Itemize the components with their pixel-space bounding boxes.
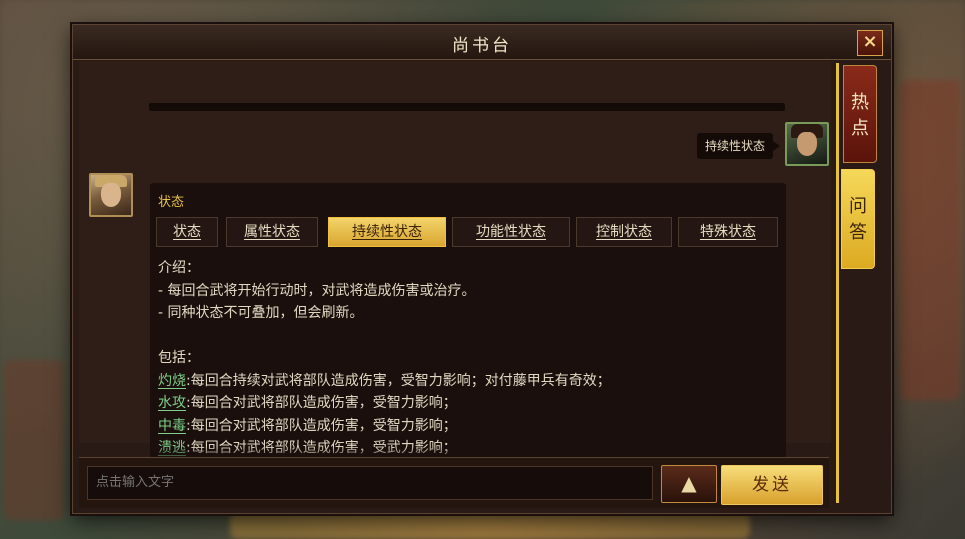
tab-qa[interactable]: 问 答 bbox=[841, 169, 875, 269]
intro-line: - 同种状态不可叠加，但会刷新。 bbox=[158, 305, 364, 321]
message-input[interactable] bbox=[87, 466, 653, 500]
status-tabs: 状态 属性状态 持续性状态 功能性状态 控制状态 特殊状态 bbox=[156, 217, 782, 247]
side-divider bbox=[836, 63, 839, 503]
tab-status[interactable]: 状态 bbox=[156, 217, 218, 247]
input-bar: ▲ 发送 bbox=[79, 457, 829, 508]
avatar-face bbox=[797, 132, 817, 156]
previous-message-edge bbox=[149, 103, 785, 111]
background-panel-right bbox=[900, 80, 960, 400]
user-avatar bbox=[785, 122, 829, 166]
status-desc: :每回合对武将部队造成伤害，受智力影响； bbox=[186, 395, 457, 411]
status-desc: :每回合对武将部队造成伤害，受智力影响； bbox=[186, 417, 457, 434]
close-icon: × bbox=[862, 31, 878, 52]
status-term-link[interactable]: 灼烧 bbox=[158, 373, 186, 389]
status-term-link[interactable]: 水攻 bbox=[158, 395, 186, 411]
status-term-link[interactable]: 中毒 bbox=[158, 418, 186, 434]
intro-line: - 每回合武将开始行动时，对武将造成伤害或治疗。 bbox=[158, 282, 476, 299]
arrow-up-icon: ▲ bbox=[681, 471, 697, 495]
send-button[interactable]: 发送 bbox=[721, 465, 823, 505]
close-button[interactable]: × bbox=[857, 30, 883, 56]
status-entry: 中毒:每回合对武将部队造成伤害，受智力影响； bbox=[158, 415, 776, 438]
avatar-face bbox=[101, 183, 121, 207]
answer-message[interactable]: 状态 状态 属性状态 持续性状态 功能性状态 控制状态 特殊状态 介绍： - 每回… bbox=[150, 183, 786, 462]
status-entry: 灼烧:每回合持续对武将部队造成伤害，受智力影响；对付藤甲兵有奇效； bbox=[158, 370, 776, 393]
advisor-avatar bbox=[89, 173, 133, 217]
tab-attribute-status[interactable]: 属性状态 bbox=[226, 217, 318, 247]
tab-hot-topics[interactable]: 热 点 bbox=[843, 65, 877, 163]
expand-button[interactable]: ▲ bbox=[661, 465, 717, 503]
tab-continuous-status[interactable]: 持续性状态 bbox=[328, 217, 446, 247]
chat-area[interactable]: 持续性状态 状态 状态 属性状态 持续性状态 功能性状态 控制状态 特殊状态 介… bbox=[79, 61, 831, 462]
window-title: 尚书台 bbox=[452, 36, 512, 56]
background-panel-left bbox=[4, 360, 64, 520]
answer-content: 介绍： - 每回合武将开始行动时，对武将造成伤害或治疗。 - 同种状态不可叠加，但会… bbox=[158, 257, 776, 460]
background-bottom-bar bbox=[230, 512, 750, 539]
status-desc: :每回合持续对武将部队造成伤害，受智力影响；对付藤甲兵有奇效； bbox=[186, 372, 611, 389]
user-message-bubble: 持续性状态 bbox=[697, 133, 781, 159]
side-tab-label: 热 点 bbox=[851, 92, 869, 139]
tab-functional-status[interactable]: 功能性状态 bbox=[452, 217, 570, 247]
side-tab-label: 问 答 bbox=[849, 196, 867, 243]
title-bar: 尚书台 × bbox=[73, 25, 891, 60]
tab-control-status[interactable]: 控制状态 bbox=[576, 217, 672, 247]
status-entry: 水攻:每回合对武将部队造成伤害，受智力影响； bbox=[158, 392, 776, 415]
intro-label: 介绍： bbox=[158, 260, 200, 276]
answer-title: 状态 bbox=[158, 195, 185, 210]
tab-special-status[interactable]: 特殊状态 bbox=[678, 217, 778, 247]
dialog-window: 尚书台 × 持续性状态 状态 状态 属性状态 持续性状态 功能性状态 控制状态 … bbox=[72, 24, 892, 514]
include-label: 包括： bbox=[158, 350, 200, 366]
